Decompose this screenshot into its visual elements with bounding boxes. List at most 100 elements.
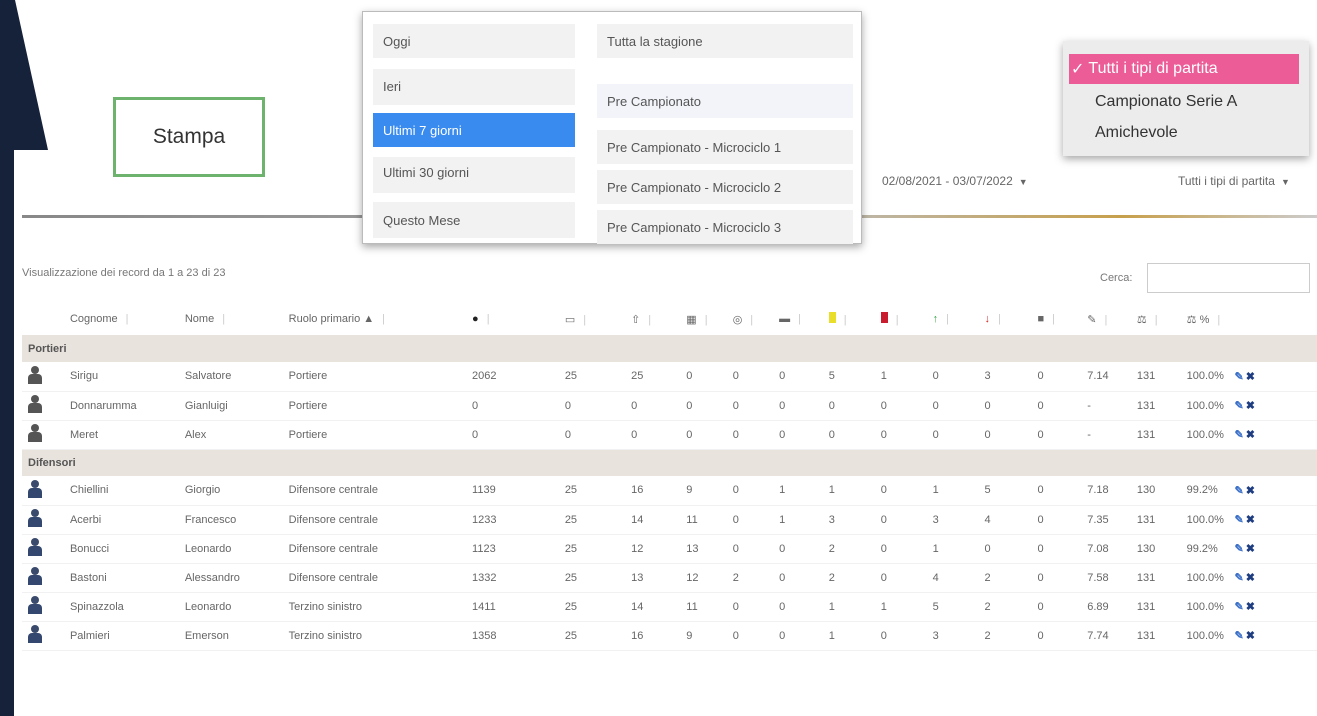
col-pct[interactable]: ⚖ % | bbox=[1181, 303, 1229, 335]
cell-pct: 100.0% bbox=[1180, 420, 1229, 450]
player-photo bbox=[22, 621, 64, 651]
cell-nome: Leonardo bbox=[178, 592, 283, 622]
stampa-button[interactable]: Stampa bbox=[113, 97, 265, 177]
search-input[interactable] bbox=[1147, 263, 1310, 293]
group-row: Difensori bbox=[22, 449, 1317, 476]
col-starts[interactable]: ⇧ | bbox=[625, 303, 680, 335]
delete-icon[interactable]: ✖ bbox=[1246, 485, 1255, 497]
edit-icon[interactable]: ✎ bbox=[1234, 400, 1243, 412]
cell-nome: Francesco bbox=[178, 505, 283, 535]
edit-icon[interactable]: ✎ bbox=[1234, 485, 1243, 497]
cell-out: 2 bbox=[978, 621, 1032, 651]
edit-icon[interactable]: ✎ bbox=[1234, 572, 1243, 584]
date-range-selector[interactable]: 02/08/2021 - 03/07/2022 ▼ bbox=[882, 174, 1028, 188]
cell-ruolo: Terzino sinistro bbox=[282, 592, 467, 622]
edit-icon[interactable]: ✎ bbox=[1234, 429, 1243, 441]
menu-item-tutti-i-tipi[interactable]: ✓ Tutti i tipi di partita bbox=[1069, 54, 1299, 84]
col-goals[interactable]: ◎ | bbox=[727, 303, 773, 335]
edit-icon[interactable]: ✎ bbox=[1234, 601, 1243, 613]
col-matches[interactable]: ▭ | bbox=[559, 303, 625, 335]
col-nome[interactable]: Nome | bbox=[179, 303, 283, 335]
menu-item-questo-mese[interactable]: Questo Mese bbox=[373, 202, 575, 238]
col-yellow[interactable]: | bbox=[823, 303, 875, 335]
delete-icon[interactable]: ✖ bbox=[1246, 429, 1255, 441]
delete-icon[interactable]: ✖ bbox=[1246, 601, 1255, 613]
delete-icon[interactable]: ✖ bbox=[1246, 630, 1255, 642]
player-photo bbox=[22, 476, 64, 506]
cell-cognome: Meret bbox=[63, 420, 179, 450]
col-total[interactable]: ⚖ | bbox=[1131, 303, 1181, 335]
cell-pct: 99.2% bbox=[1180, 476, 1229, 506]
cell-min: 0 bbox=[466, 391, 559, 421]
cell-red: 0 bbox=[874, 621, 927, 651]
cell-yel: 1 bbox=[822, 476, 875, 506]
scale-icon: ⚖ bbox=[1186, 313, 1197, 326]
cell-in: 1 bbox=[926, 534, 979, 564]
edit-icon[interactable]: ✎ bbox=[1234, 630, 1243, 642]
cell-red: 1 bbox=[874, 592, 927, 622]
edit-icon[interactable]: ✎ bbox=[1234, 543, 1243, 555]
table-row[interactable]: Bastoni Alessandro Difensore centrale 1332 2… bbox=[22, 563, 1317, 593]
cell-yel: 5 bbox=[822, 362, 875, 392]
menu-item-ultimi-30-giorni[interactable]: Ultimi 30 giorni bbox=[373, 157, 575, 193]
menu-item-ieri[interactable]: Ieri bbox=[373, 69, 575, 105]
col-rating[interactable]: ✎ | bbox=[1081, 303, 1131, 335]
avatar-icon bbox=[28, 395, 42, 413]
menu-item-pre-campionato-microciclo-2[interactable]: Pre Campionato - Microciclo 2 bbox=[597, 170, 853, 204]
col-assists[interactable]: ▬ | bbox=[773, 303, 823, 335]
cell-c1: 0 bbox=[558, 420, 626, 450]
cell-c2: 0 bbox=[625, 420, 681, 450]
menu-item-oggi[interactable]: Oggi bbox=[373, 24, 575, 58]
menu-item-pre-campionato[interactable]: Pre Campionato bbox=[597, 84, 853, 118]
col-ruolo[interactable]: Ruolo primario ▲ | bbox=[283, 303, 466, 335]
delete-icon[interactable]: ✖ bbox=[1246, 371, 1255, 383]
delete-icon[interactable]: ✖ bbox=[1246, 514, 1255, 526]
table-row[interactable]: Donnarumma Gianluigi Portiere 0 0 0 0 0 0 0 0 0 0 0-1… bbox=[22, 391, 1317, 421]
edit-icon[interactable]: ✎ bbox=[1234, 371, 1243, 383]
col-cognome[interactable]: Cognome | bbox=[64, 303, 179, 335]
cell-c5: 0 bbox=[773, 362, 823, 392]
menu-item-pre-campionato-microciclo-1[interactable]: Pre Campionato - Microciclo 1 bbox=[597, 130, 853, 164]
cell-cognome: Acerbi bbox=[63, 505, 179, 535]
menu-item-pre-campionato-microciclo-3[interactable]: Pre Campionato - Microciclo 3 bbox=[597, 210, 853, 244]
cell-avg: 6.89 bbox=[1081, 592, 1131, 622]
table-row[interactable]: Chiellini Giorgio Difensore centrale 1139 25… bbox=[22, 476, 1317, 506]
col-injury[interactable]: ■ | bbox=[1032, 303, 1082, 335]
menu-item-tutta-la-stagione[interactable]: Tutta la stagione bbox=[597, 24, 853, 58]
edit-icon[interactable]: ✎ bbox=[1234, 514, 1243, 526]
menu-item-campionato-serie-a[interactable]: Campionato Serie A bbox=[1069, 87, 1299, 117]
cell-out: 2 bbox=[978, 563, 1032, 593]
col-sub-in[interactable]: ↑ | bbox=[927, 303, 979, 335]
delete-icon[interactable]: ✖ bbox=[1246, 572, 1255, 584]
delete-icon[interactable]: ✖ bbox=[1246, 400, 1255, 412]
delete-icon[interactable]: ✖ bbox=[1246, 543, 1255, 555]
cell-c5: 1 bbox=[773, 505, 823, 535]
menu-item-amichevole[interactable]: Amichevole bbox=[1069, 118, 1299, 148]
menu-item-ultimi-7-giorni[interactable]: Ultimi 7 giorni bbox=[373, 113, 575, 147]
cell-c5: 0 bbox=[773, 534, 823, 564]
col-red[interactable]: | bbox=[875, 303, 927, 335]
match-type-selector[interactable]: Tutti i tipi di partita ▼ bbox=[1178, 174, 1290, 188]
table-row[interactable]: Palmieri Emerson Terzino sinistro 1358 25 16 9… bbox=[22, 621, 1317, 651]
col-minutes[interactable]: ● | bbox=[466, 303, 559, 335]
cell-nome: Alessandro bbox=[178, 563, 283, 593]
table-row[interactable]: Bonucci Leonardo Difensore centrale 1123 25 1… bbox=[22, 534, 1317, 564]
table-row[interactable]: Sirigu Salvatore Portiere 2062 25 25 0 0 0 5 1 0 3 0 7… bbox=[22, 362, 1317, 392]
cell-tot: 131 bbox=[1130, 362, 1181, 392]
col-sub-out[interactable]: ↓ | bbox=[979, 303, 1032, 335]
caret-down-icon: ▼ bbox=[1018, 177, 1028, 187]
table-row[interactable]: Acerbi Francesco Difensore centrale 1233 25 1… bbox=[22, 505, 1317, 535]
cell-tot: 130 bbox=[1130, 476, 1181, 506]
cell-ruolo: Portiere bbox=[282, 391, 467, 421]
clock-icon: ● bbox=[472, 313, 479, 325]
cell-c2: 12 bbox=[625, 534, 681, 564]
sort-asc-icon: ▲ bbox=[363, 313, 375, 325]
table-row[interactable]: Spinazzola Leonardo Terzino sinistro 1411 25… bbox=[22, 592, 1317, 622]
match-type-value: Tutti i tipi di partita bbox=[1178, 174, 1275, 188]
cell-cognome: Bastoni bbox=[63, 563, 179, 593]
cell-tot: 131 bbox=[1130, 420, 1181, 450]
table-row[interactable]: Meret Alex Portiere 0 0 0 0 0 0 0 0 0 0 0-131 100.0% ✎ ✖ bbox=[22, 420, 1317, 450]
col-bench[interactable]: ▦ | bbox=[680, 303, 726, 335]
cell-cognome: Bonucci bbox=[63, 534, 179, 564]
cell-out: 4 bbox=[978, 505, 1032, 535]
